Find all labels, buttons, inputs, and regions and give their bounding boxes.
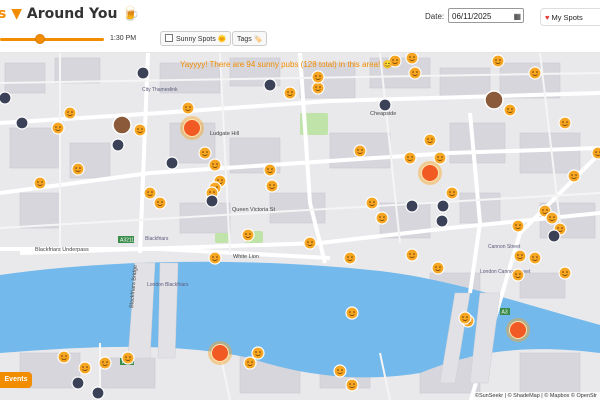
time-slider-track[interactable] [0, 38, 104, 41]
sunny-pub-pin[interactable] [57, 350, 71, 364]
app-title: s ▼ Around You 🍺 [0, 6, 140, 22]
date-input[interactable]: 06/11/2025 ▦ [448, 8, 524, 23]
pub-photo-pin[interactable] [112, 115, 132, 135]
sunny-spots-checkbox[interactable] [165, 34, 173, 42]
sunny-pub-pin[interactable] [311, 81, 325, 95]
sunny-pub-pin[interactable] [375, 211, 389, 225]
sunny-pub-pin[interactable] [63, 106, 77, 120]
sunny-pub-pin[interactable] [528, 66, 542, 80]
shaded-pub-pin[interactable] [71, 376, 85, 390]
sunny-pub-pin[interactable] [51, 121, 65, 135]
heart-icon: ♥ [545, 13, 550, 22]
sunny-pub-pin[interactable] [251, 346, 265, 360]
sunny-pub-pin[interactable] [558, 266, 572, 280]
calendar-icon[interactable]: ▦ [513, 9, 521, 24]
sunny-pub-pin[interactable] [33, 176, 47, 190]
my-spots-button[interactable]: ♥ My Spots [540, 8, 600, 26]
sunny-pub-pin[interactable] [333, 364, 347, 378]
sunny-pub-pin[interactable] [265, 179, 279, 193]
sunny-pub-pin[interactable] [345, 306, 359, 320]
sunny-pub-pin[interactable] [78, 361, 92, 375]
shaded-pub-pin[interactable] [547, 229, 561, 243]
sunny-pub-pin[interactable] [528, 251, 542, 265]
date-label: Date: [425, 12, 445, 21]
shaded-pub-pin[interactable] [205, 194, 219, 208]
sunny-pub-pin[interactable] [143, 186, 157, 200]
pin-layer [0, 53, 600, 400]
my-spots-label: My Spots [551, 13, 583, 22]
sunny-pub-pin[interactable] [591, 146, 600, 160]
shaded-pub-pin[interactable] [263, 78, 277, 92]
sunny-pub-pin[interactable] [403, 151, 417, 165]
sunny-pub-pin[interactable] [353, 144, 367, 158]
shaded-pub-pin[interactable] [405, 199, 419, 213]
sunny-pub-pin[interactable] [283, 86, 297, 100]
beer-icon: 🍺 [122, 6, 140, 22]
featured-pub-pin[interactable] [418, 161, 442, 185]
sunny-pub-pin[interactable] [445, 186, 459, 200]
shaded-pub-pin[interactable] [0, 91, 12, 105]
sunny-pub-pin[interactable] [311, 70, 325, 84]
sunny-pub-pin[interactable] [98, 356, 112, 370]
time-slider-thumb[interactable] [34, 34, 45, 44]
shaded-pub-pin[interactable] [91, 386, 105, 400]
shaded-pub-pin[interactable] [136, 66, 150, 80]
sunny-pub-pin[interactable] [423, 133, 437, 147]
sunny-pub-pin[interactable] [558, 116, 572, 130]
sunny-pub-pin[interactable] [198, 146, 212, 160]
sunny-pub-pin[interactable] [513, 249, 527, 263]
featured-pub-pin[interactable] [208, 341, 232, 365]
sunny-pub-pin[interactable] [458, 311, 472, 325]
date-value: 06/11/2025 [452, 12, 492, 21]
sunny-pub-pin[interactable] [181, 101, 195, 115]
top-bar: s ▼ Around You 🍺 Date: 06/11/2025 ▦ ♥ My … [0, 0, 600, 53]
shaded-pub-pin[interactable] [15, 116, 29, 130]
sunny-pubs-banner: Yayyyy! There are 94 sunny pubs (128 tot… [180, 60, 393, 69]
sunny-pub-pin[interactable] [208, 158, 222, 172]
sunny-pub-pin[interactable] [303, 236, 317, 250]
sunny-pub-pin[interactable] [343, 251, 357, 265]
shaded-pub-pin[interactable] [165, 156, 179, 170]
sunny-pub-pin[interactable] [511, 219, 525, 233]
sunny-pub-pin[interactable] [263, 163, 277, 177]
sunny-pub-pin[interactable] [511, 268, 525, 282]
events-button[interactable]: Events [0, 372, 32, 388]
sunny-pub-pin[interactable] [433, 151, 447, 165]
sunny-spots-label: Sunny Spots 🌞 [176, 36, 227, 43]
sunny-pub-pin[interactable] [133, 123, 147, 137]
title-chevron-icon[interactable]: ▼ [11, 6, 22, 22]
sunny-pub-pin[interactable] [491, 54, 505, 68]
pub-photo-pin[interactable] [484, 90, 504, 110]
shaded-pub-pin[interactable] [111, 138, 125, 152]
sunny-pub-pin[interactable] [408, 66, 422, 80]
time-value: 1:30 PM [110, 35, 137, 42]
shaded-pub-pin[interactable] [435, 214, 449, 228]
sunny-pub-pin[interactable] [153, 196, 167, 210]
sunny-pub-pin[interactable] [567, 169, 581, 183]
sunny-pub-pin[interactable] [365, 196, 379, 210]
sunny-pub-pin[interactable] [503, 103, 517, 117]
sunny-pub-pin[interactable] [545, 211, 559, 225]
featured-pub-pin[interactable] [180, 116, 204, 140]
map-canvas[interactable]: City Thameslink Blackfriars London Black… [0, 53, 600, 400]
sunny-spots-filter[interactable]: Sunny Spots 🌞 [160, 31, 232, 46]
sunny-pub-pin[interactable] [345, 378, 359, 392]
sunny-pub-pin[interactable] [208, 251, 222, 265]
sunny-pub-pin[interactable] [121, 351, 135, 365]
sunny-pub-pin[interactable] [431, 261, 445, 275]
tags-filter-button[interactable]: Tags 🏷️ [232, 31, 268, 46]
map-attribution: ©SunSeekr | © ShadeMap | © Mapbox © Open… [471, 392, 600, 400]
title-text: Around You [26, 6, 118, 22]
featured-pub-pin[interactable] [506, 318, 530, 342]
sunny-pub-pin[interactable] [405, 248, 419, 262]
tags-label: Tags 🏷️ [237, 36, 263, 43]
sunny-pub-pin[interactable] [241, 228, 255, 242]
title-prefix: s [0, 6, 7, 22]
sunny-pub-pin[interactable] [405, 53, 419, 65]
sunny-pub-pin[interactable] [71, 162, 85, 176]
sunny-pub-pin[interactable] [243, 356, 257, 370]
shaded-pub-pin[interactable] [436, 199, 450, 213]
shaded-pub-pin[interactable] [378, 98, 392, 112]
